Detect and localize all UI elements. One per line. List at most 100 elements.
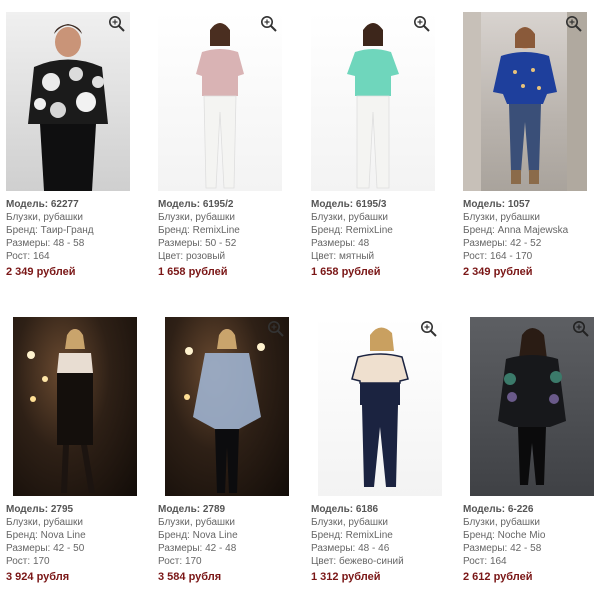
height-value: 164 — [32, 251, 50, 262]
product-image[interactable] — [318, 317, 442, 496]
brand-value: RemixLine — [192, 225, 240, 236]
zoom-icon[interactable] — [572, 320, 590, 338]
brand-line: Бренд: Nova Line — [158, 529, 308, 542]
color-line: Цвет: мятный — [311, 250, 461, 263]
brand-line: Бренд: Noche Mio — [463, 529, 600, 542]
model-line[interactable]: Модель: 6195/2 — [158, 198, 308, 211]
product-grid: Модель: 62277 Блузки, рубашки Бренд: Таи… — [0, 0, 600, 589]
sizes-label: Размеры: — [158, 543, 203, 554]
price: 3 584 рубля — [158, 571, 222, 583]
sizes-value: 42 - 52 — [510, 238, 542, 249]
price: 1 658 рублей — [158, 266, 228, 278]
model-label: Модель: — [6, 504, 49, 515]
product-image[interactable] — [13, 317, 137, 496]
product-image[interactable] — [165, 317, 289, 496]
sizes-label: Размеры: — [6, 238, 51, 249]
model-label: Модель: — [463, 199, 506, 210]
price: 1 658 рублей — [311, 266, 381, 278]
model-line[interactable]: Модель: 2789 — [158, 503, 308, 516]
model-label: Модель: — [311, 199, 354, 210]
zoom-icon[interactable] — [565, 15, 583, 33]
brand-value: Таир-Гранд — [40, 225, 94, 236]
product-image[interactable] — [470, 317, 594, 496]
brand-label: Бренд: — [463, 530, 495, 541]
brand-value: Nova Line — [192, 530, 238, 541]
height-label: Рост: — [158, 556, 183, 567]
height-label: Рост: — [6, 556, 31, 567]
height-value: 164 - 170 — [489, 251, 533, 262]
model-figure-illustration — [347, 23, 399, 189]
product-image[interactable] — [158, 12, 282, 191]
height-label: Рост: — [463, 556, 488, 567]
brand-line: Бренд: Anna Majewska — [463, 224, 600, 237]
sizes-label: Размеры: — [311, 238, 356, 249]
model-value: 2789 — [202, 504, 226, 515]
model-figure-illustration — [351, 327, 409, 487]
color-value: бежево-синий — [338, 556, 404, 567]
product-info: Модель: 2795 Блузки, рубашки Бренд: Nova… — [6, 503, 156, 584]
brand-line: Бренд: Nova Line — [6, 529, 156, 542]
sizes-line: Размеры: 48 — [311, 237, 461, 250]
model-label: Модель: — [463, 504, 506, 515]
product-image[interactable] — [6, 12, 130, 191]
price: 2 612 рублей — [463, 571, 533, 583]
height-value: 170 — [32, 556, 50, 567]
color-value: розовый — [185, 251, 226, 262]
model-line[interactable]: Модель: 6-226 — [463, 503, 600, 516]
zoom-icon[interactable] — [420, 320, 438, 338]
brand-label: Бренд: — [311, 530, 343, 541]
model-figure-illustration — [27, 329, 95, 493]
zoom-icon[interactable] — [413, 15, 431, 33]
brand-line: Бренд: RemixLine — [311, 529, 461, 542]
model-line[interactable]: Модель: 62277 — [6, 198, 156, 211]
category-text: Блузки, рубашки — [158, 517, 235, 528]
height-value: 164 — [489, 556, 507, 567]
zoom-icon[interactable] — [108, 15, 126, 33]
brand-label: Бренд: — [6, 530, 38, 541]
model-figure-illustration — [28, 24, 108, 191]
brand-value: Nova Line — [40, 530, 86, 541]
model-value: 6-226 — [507, 504, 534, 515]
model-line[interactable]: Модель: 1057 — [463, 198, 600, 211]
price: 1 312 рублей — [311, 571, 381, 583]
model-line[interactable]: Модель: 2795 — [6, 503, 156, 516]
height-line: Рост: 164 - 170 — [463, 250, 600, 263]
sizes-line: Размеры: 42 - 52 — [463, 237, 600, 250]
sizes-value: 48 - 58 — [53, 238, 85, 249]
model-line[interactable]: Модель: 6186 — [311, 503, 461, 516]
product-image[interactable] — [463, 12, 587, 191]
sizes-value: 42 - 48 — [205, 543, 237, 554]
sizes-line: Размеры: 42 - 48 — [158, 542, 308, 555]
product-info: Модель: 2789 Блузки, рубашки Бренд: Nova… — [158, 503, 308, 584]
category-text: Блузки, рубашки — [158, 212, 235, 223]
sizes-value: 48 - 46 — [358, 543, 390, 554]
model-line[interactable]: Модель: 6195/3 — [311, 198, 461, 211]
model-figure-illustration — [184, 329, 265, 493]
brand-label: Бренд: — [463, 225, 495, 236]
product-image[interactable] — [311, 12, 435, 191]
sizes-label: Размеры: — [6, 543, 51, 554]
model-value: 6186 — [355, 504, 379, 515]
sizes-line: Размеры: 48 - 46 — [311, 542, 461, 555]
sizes-line: Размеры: 48 - 58 — [6, 237, 156, 250]
product-info: Модель: 6186 Блузки, рубашки Бренд: Remi… — [311, 503, 461, 584]
model-label: Модель: — [6, 199, 49, 210]
category-text: Блузки, рубашки — [6, 212, 83, 223]
model-label: Модель: — [311, 504, 354, 515]
model-value: 6195/2 — [202, 199, 234, 210]
brand-label: Бренд: — [6, 225, 38, 236]
height-label: Рост: — [6, 251, 31, 262]
category-text: Блузки, рубашки — [6, 517, 83, 528]
zoom-icon[interactable] — [260, 15, 278, 33]
zoom-icon[interactable] — [267, 320, 285, 338]
model-figure-illustration — [196, 23, 244, 189]
model-figure-illustration — [498, 328, 566, 485]
sizes-value: 48 — [358, 238, 370, 249]
product-info: Модель: 62277 Блузки, рубашки Бренд: Таи… — [6, 198, 156, 279]
price: 2 349 рублей — [463, 266, 533, 278]
sizes-value: 42 - 58 — [510, 543, 542, 554]
height-line: Рост: 170 — [158, 555, 308, 568]
height-line: Рост: 164 — [6, 250, 156, 263]
sizes-line: Размеры: 42 - 58 — [463, 542, 600, 555]
product-info: Модель: 6195/3 Блузки, рубашки Бренд: Re… — [311, 198, 461, 279]
